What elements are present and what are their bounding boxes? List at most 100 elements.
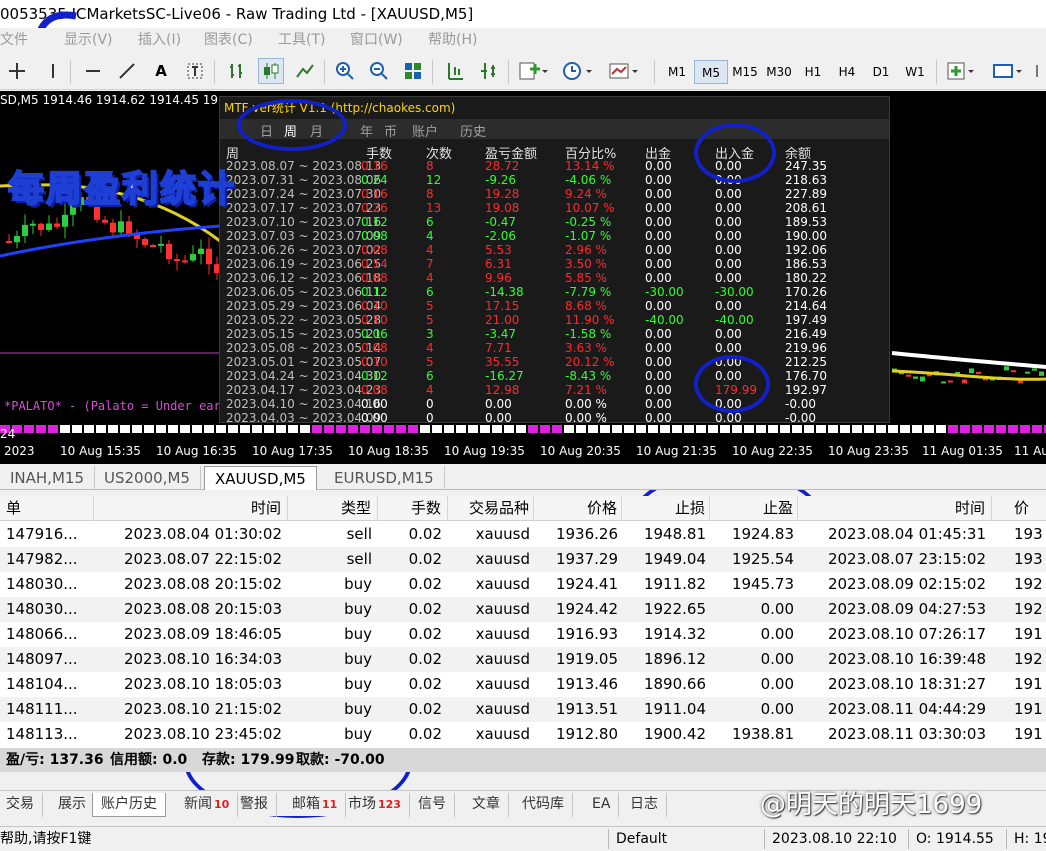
periods-clock-icon[interactable]	[560, 58, 596, 84]
stats-row: 2023.04.03 ~ 2023.04.09 0.00 0 0.00 0.00 % 0.…	[220, 411, 889, 425]
header-type[interactable]: 类型	[288, 496, 378, 521]
terminal-tab[interactable]: 市场 123	[340, 793, 410, 817]
menu-charts[interactable]: 图表(C)	[204, 28, 253, 52]
bar-chart-icon[interactable]	[224, 58, 250, 84]
timeframe-m30[interactable]: M30	[762, 60, 796, 84]
chart-tab[interactable]: INAH,M15	[0, 466, 95, 490]
terminal-tab[interactable]: 邮箱 11	[284, 793, 347, 817]
timeframe-m1[interactable]: M1	[660, 60, 694, 84]
chart-shift-icon[interactable]	[476, 58, 502, 84]
trade-price: 1937.29	[555, 550, 618, 568]
zoom-out-icon[interactable]	[366, 58, 392, 84]
menu-view[interactable]: 显示(V)	[64, 28, 113, 52]
terminal-tab[interactable]: 日志	[622, 793, 667, 817]
timeframe-h1[interactable]: H1	[796, 60, 830, 84]
chart-tab[interactable]: US2000,M5	[94, 466, 201, 490]
zoom-in-icon[interactable]	[332, 58, 358, 84]
header-close-time[interactable]: 时间	[798, 496, 992, 521]
table-row[interactable]: 148104... 2023.08.10 18:05:03 buy 0.02 xauus…	[0, 672, 1046, 697]
chart-tab[interactable]: EURUSD,M15	[324, 466, 445, 490]
line-chart-icon[interactable]	[292, 58, 318, 84]
cursor-icon[interactable]	[40, 58, 66, 84]
trendline-icon[interactable]	[114, 58, 140, 84]
status-help: 帮助,请按F1键	[0, 831, 92, 847]
stats-tab-account[interactable]: 账户	[412, 121, 438, 140]
terminal-tab[interactable]: 警报	[232, 793, 277, 817]
terminal-tab[interactable]: 代码库	[514, 793, 573, 817]
table-row[interactable]: 148030... 2023.08.08 20:15:02 buy 0.02 xauus…	[0, 572, 1046, 597]
horizontal-line-icon[interactable]	[80, 58, 106, 84]
auto-scroll-icon[interactable]	[442, 58, 468, 84]
stats-tab-currency[interactable]: 币	[384, 121, 397, 140]
stats-pct: 11.90 %	[565, 313, 615, 327]
header-price[interactable]: 价格	[534, 496, 622, 521]
menu-file[interactable]: 文件	[0, 28, 28, 52]
terminal-tab[interactable]: 信号	[410, 793, 455, 817]
table-row[interactable]: 148111... 2023.08.10 21:15:02 buy 0.02 xauus…	[0, 697, 1046, 722]
header-symbol[interactable]: 交易品种	[448, 496, 534, 521]
table-row[interactable]: 148113... 2023.08.10 23:45:02 buy 0.02 xauus…	[0, 722, 1046, 747]
stats-count: 5	[426, 355, 434, 369]
candlestick-icon[interactable]	[258, 58, 284, 84]
header-close-price[interactable]: 价	[992, 496, 1046, 521]
stats-balance: 214.64	[785, 299, 827, 313]
indicators-icon[interactable]	[516, 58, 550, 84]
account-history-table: 单 时间 类型 手数 交易品种 价格 止损 止盈 时间 价 147916... 2…	[0, 496, 1046, 748]
table-row[interactable]: 148066... 2023.08.09 18:46:05 buy 0.02 xauus…	[0, 622, 1046, 647]
session-block	[708, 425, 718, 433]
stats-tab-year[interactable]: 年	[360, 121, 373, 140]
stats-week: 2023.05.01 ~ 2023.05.07	[226, 355, 382, 369]
header-order[interactable]: 单	[0, 496, 94, 521]
table-row[interactable]: 148030... 2023.08.08 20:15:03 buy 0.02 xauus…	[0, 597, 1046, 622]
timeframe-m5[interactable]: M5	[694, 60, 728, 84]
timeframe-m15[interactable]: M15	[728, 60, 762, 84]
table-row[interactable]: 147916... 2023.08.04 01:30:02 sell 0.02 xauu…	[0, 522, 1046, 547]
timeframe-w1[interactable]: W1	[898, 60, 932, 84]
toolbar-more-icon[interactable]	[1032, 58, 1046, 84]
session-block	[228, 425, 238, 433]
timeframe-d1[interactable]: D1	[864, 60, 898, 84]
candle-body	[962, 379, 967, 384]
session-block	[540, 425, 550, 433]
new-order-icon[interactable]	[944, 58, 978, 84]
session-block	[180, 425, 190, 433]
chart-ohlc-info: SD,M5 1914.46 1914.62 1914.45 19	[0, 93, 219, 107]
menu-tools[interactable]: 工具(T)	[278, 28, 325, 52]
terminal-tab[interactable]: 新闻 10	[176, 793, 239, 817]
table-row[interactable]: 148097... 2023.08.10 16:34:03 buy 0.02 xauus…	[0, 647, 1046, 672]
terminal-tab[interactable]: 文章	[464, 793, 509, 817]
terminal-tab[interactable]: 展示	[50, 793, 95, 817]
header-time[interactable]: 时间	[94, 496, 288, 521]
menu-help[interactable]: 帮助(H)	[428, 28, 477, 52]
stats-lots: 0.08	[361, 243, 388, 257]
header-tp[interactable]: 止盈	[710, 496, 798, 521]
window-list-icon[interactable]	[990, 58, 1026, 84]
session-block	[432, 425, 442, 433]
crosshair-icon[interactable]	[4, 58, 30, 84]
menu-window[interactable]: 窗口(W)	[350, 28, 403, 52]
table-row[interactable]: 147982... 2023.08.07 22:15:02 sell 0.02 xauu…	[0, 547, 1046, 572]
stats-count: 4	[426, 341, 434, 355]
stats-tab-history[interactable]: 历史	[460, 121, 486, 140]
trade-type: buy	[344, 725, 372, 743]
session-block	[192, 425, 202, 433]
text-label-icon[interactable]	[182, 58, 208, 84]
trade-time: 2023.08.08 20:15:03	[123, 600, 282, 618]
stats-row: 2023.07.24 ~ 2023.07.30 0.16 8 19.28 9.24 % 0…	[220, 187, 889, 201]
terminal-tab[interactable]: 账户历史	[92, 793, 166, 817]
session-block	[564, 425, 574, 433]
text-tool-icon[interactable]: A	[148, 58, 174, 84]
terminal-tab[interactable]: EA	[584, 793, 620, 817]
trade-time: 2023.08.04 01:30:02	[123, 525, 282, 543]
timeframe-h4[interactable]: H4	[830, 60, 864, 84]
tile-windows-icon[interactable]	[400, 58, 426, 84]
stats-week: 2023.07.31 ~ 2023.08.06	[226, 173, 382, 187]
stats-pct: 0.00 %	[565, 397, 607, 411]
terminal-tab[interactable]: 交易	[0, 793, 43, 817]
templates-icon[interactable]	[606, 58, 642, 84]
menu-insert[interactable]: 插入(I)	[138, 28, 181, 52]
stats-out: 0.00	[645, 187, 672, 201]
header-lots[interactable]: 手数	[378, 496, 448, 521]
header-sl[interactable]: 止损	[622, 496, 710, 521]
chart-tab-active[interactable]: XAUUSD,M5	[204, 466, 317, 490]
